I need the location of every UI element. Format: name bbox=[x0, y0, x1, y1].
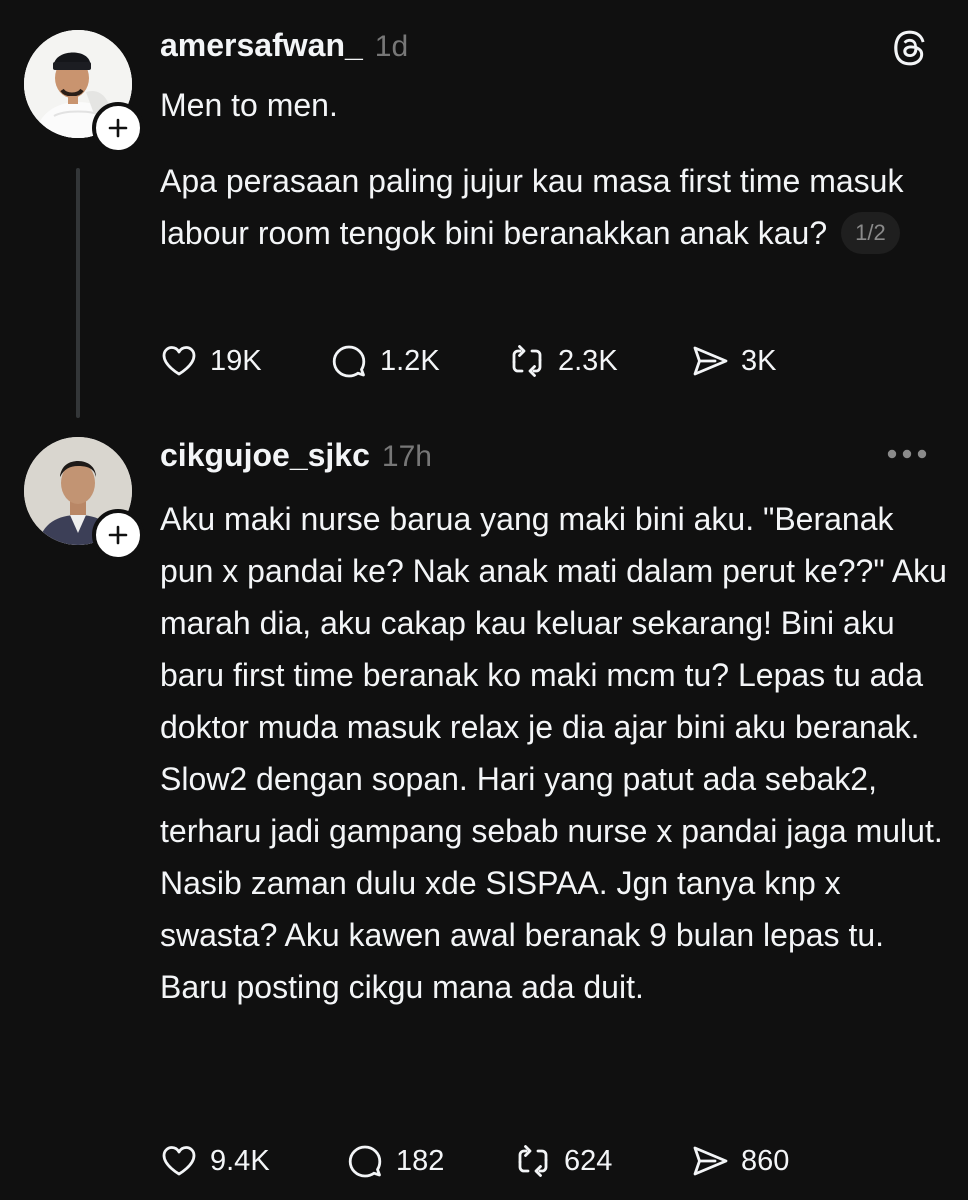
post-actions: 9.4K 182 624 860 bbox=[158, 1140, 789, 1182]
repost-count: 624 bbox=[564, 1144, 613, 1177]
post-header: amersafwan_ 1d bbox=[160, 27, 408, 67]
post-text-paragraph: Aku maki nurse barua yang maki bini aku.… bbox=[160, 501, 947, 1005]
share-button[interactable]: 3K bbox=[689, 340, 776, 382]
send-icon bbox=[693, 346, 728, 376]
plus-icon bbox=[108, 525, 128, 545]
author-avatar-container bbox=[24, 437, 144, 561]
post-text-content: Apa perasaan paling jujur kau masa first… bbox=[160, 163, 904, 251]
thread-post: amersafwan_ 1d Men to men. Apa perasaan … bbox=[0, 0, 968, 430]
heart-icon bbox=[162, 1146, 196, 1176]
plus-icon bbox=[108, 118, 128, 138]
reply-post: cikgujoe_sjkc 17h Aku maki nurse barua y… bbox=[0, 430, 968, 1200]
post-text-paragraph: Apa perasaan paling jujur kau masa first… bbox=[160, 155, 950, 259]
repost-icon bbox=[518, 1145, 548, 1177]
thread-connector-line bbox=[76, 168, 80, 418]
share-count: 860 bbox=[741, 1144, 790, 1177]
heart-icon bbox=[162, 346, 196, 376]
page-indicator-badge: 1/2 bbox=[841, 212, 900, 254]
reply-button[interactable]: 1.2K bbox=[328, 340, 506, 382]
post-text: Men to men. bbox=[160, 79, 950, 131]
threads-icon[interactable] bbox=[890, 27, 928, 69]
post-text: Apa perasaan paling jujur kau masa first… bbox=[160, 155, 950, 259]
post-text: Aku maki nurse barua yang maki bini aku.… bbox=[160, 493, 950, 1013]
repost-count: 2.3K bbox=[558, 344, 618, 377]
share-count: 3K bbox=[741, 344, 777, 377]
like-button[interactable]: 19K bbox=[158, 340, 328, 382]
reply-count: 182 bbox=[396, 1144, 445, 1177]
author-avatar-container bbox=[24, 30, 144, 154]
username[interactable]: amersafwan_ bbox=[160, 27, 363, 64]
reply-count: 1.2K bbox=[380, 344, 440, 377]
more-horizontal-icon[interactable] bbox=[886, 448, 928, 460]
follow-button[interactable] bbox=[92, 509, 144, 561]
repost-icon bbox=[512, 345, 542, 377]
follow-button[interactable] bbox=[92, 102, 144, 154]
username[interactable]: cikgujoe_sjkc bbox=[160, 437, 370, 474]
like-button[interactable]: 9.4K bbox=[158, 1140, 344, 1182]
post-text-paragraph: Men to men. bbox=[160, 87, 338, 123]
repost-button[interactable]: 624 bbox=[512, 1140, 689, 1182]
reply-button[interactable]: 182 bbox=[344, 1140, 512, 1182]
timestamp: 1d bbox=[374, 30, 409, 63]
like-count: 19K bbox=[210, 344, 262, 377]
timestamp: 17h bbox=[381, 440, 432, 473]
share-button[interactable]: 860 bbox=[689, 1140, 789, 1182]
comment-icon bbox=[348, 1145, 382, 1178]
like-count: 9.4K bbox=[210, 1144, 270, 1177]
send-icon bbox=[693, 1146, 728, 1176]
repost-button[interactable]: 2.3K bbox=[506, 340, 689, 382]
comment-icon bbox=[332, 345, 366, 378]
post-actions: 19K 1.2K 2.3K 3K bbox=[158, 340, 776, 382]
post-header: cikgujoe_sjkc 17h bbox=[160, 437, 432, 477]
